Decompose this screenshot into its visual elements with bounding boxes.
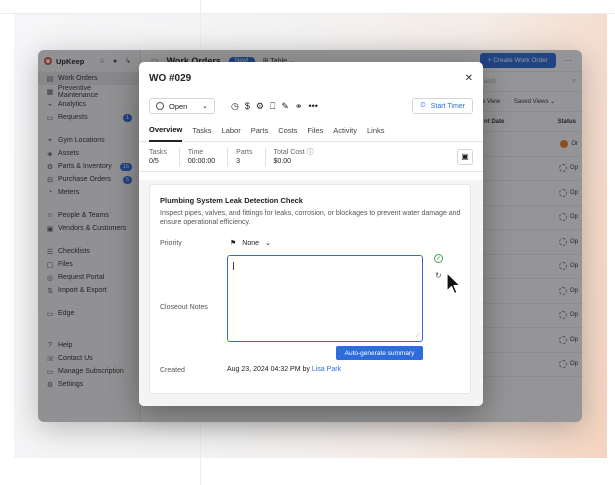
tab-labor[interactable]: Labor <box>222 120 241 142</box>
created-by-link[interactable]: Lisa Park <box>312 366 341 373</box>
modal-header: WO #029 ✕ <box>139 62 483 94</box>
grid-line <box>0 13 615 14</box>
toolbar-icons: ◷ $ ⚙ ⎕ ✎ ⚭ ••• <box>231 101 318 112</box>
status-value: Open <box>169 101 188 111</box>
modal-toolbar: Open ⌄ ◷ $ ⚙ ⎕ ✎ ⚭ ••• ⏲ Start Timer <box>139 94 483 118</box>
timer-icon: ⏲ <box>420 102 426 109</box>
auto-generate-summary-button[interactable]: Auto-generate summary <box>336 346 423 360</box>
stats-row: Tasks 0/5 Time 00:00:00 Parts 3 Total Co… <box>139 142 483 172</box>
tab-links[interactable]: Links <box>367 120 385 142</box>
image-icon[interactable]: ▣ <box>457 148 473 165</box>
chevron-down-icon: ⌄ <box>265 240 271 247</box>
clock-icon[interactable]: ◷ <box>231 101 239 112</box>
mouse-pointer-icon <box>446 272 461 295</box>
link-icon[interactable]: ⚭ <box>295 101 303 112</box>
more-icon[interactable]: ••• <box>308 101 317 112</box>
modal-tabs: Overview Tasks Labor Parts Costs Files Activit… <box>139 120 483 142</box>
resize-handle-icon[interactable]: ⟋ <box>416 333 420 340</box>
stat-time: Time 00:00:00 <box>178 147 215 166</box>
created-label: Created <box>160 367 185 374</box>
chevron-down-icon: ⌄ <box>202 103 208 110</box>
info-icon: ⓘ <box>306 148 314 156</box>
modal-body: Plumbing System Leak Detection Check Ins… <box>139 180 483 406</box>
stat-parts: Parts 3 <box>227 147 253 166</box>
flag-icon: ⚑ <box>230 240 237 247</box>
tab-parts[interactable]: Parts <box>251 120 269 142</box>
status-dropdown[interactable]: Open ⌄ <box>149 98 215 114</box>
stat-tasks: Tasks 0/5 <box>149 148 167 165</box>
tab-tasks[interactable]: Tasks <box>192 120 211 142</box>
stat-total-cost: Total Cost ⓘ $0.00 <box>264 147 314 166</box>
tab-costs[interactable]: Costs <box>278 120 297 142</box>
created-value: Aug 23, 2024 04:32 PM by Lisa Park <box>227 366 342 373</box>
close-icon[interactable]: ✕ <box>465 73 473 84</box>
work-order-title: Plumbing System Leak Detection Check <box>160 196 303 205</box>
priority-dropdown[interactable]: ⚑ None ⌄ <box>230 239 271 248</box>
closeout-notes-textarea[interactable]: ⟋ <box>227 255 423 342</box>
pencil-icon[interactable]: ✎ <box>281 101 289 112</box>
closeout-notes-label: Closeout Notes <box>160 304 208 311</box>
work-order-description: Inspect pipes, valves, and fittings for … <box>160 210 461 226</box>
text-caret <box>233 262 234 270</box>
tab-files[interactable]: Files <box>307 120 323 142</box>
overview-card: Plumbing System Leak Detection Check Ins… <box>149 184 471 394</box>
check-circle-icon[interactable]: ✓ <box>434 254 443 263</box>
tab-activity[interactable]: Activity <box>333 120 357 142</box>
work-order-modal: WO #029 ✕ Open ⌄ ◷ $ ⚙ ⎕ ✎ ⚭ ••• ⏲ Start… <box>139 62 483 406</box>
undo-icon[interactable]: ↻ <box>435 271 442 280</box>
modal-title: WO #029 <box>149 72 192 84</box>
status-open-icon <box>156 102 164 110</box>
priority-label: Priority <box>160 240 182 247</box>
tab-overview[interactable]: Overview <box>149 120 183 142</box>
dollar-icon[interactable]: $ <box>245 101 250 112</box>
start-timer-button[interactable]: ⏲ Start Timer <box>412 98 473 114</box>
settings-cog-icon[interactable]: ⚙ <box>256 101 264 112</box>
bookmark-icon[interactable]: ⎕ <box>270 101 275 112</box>
